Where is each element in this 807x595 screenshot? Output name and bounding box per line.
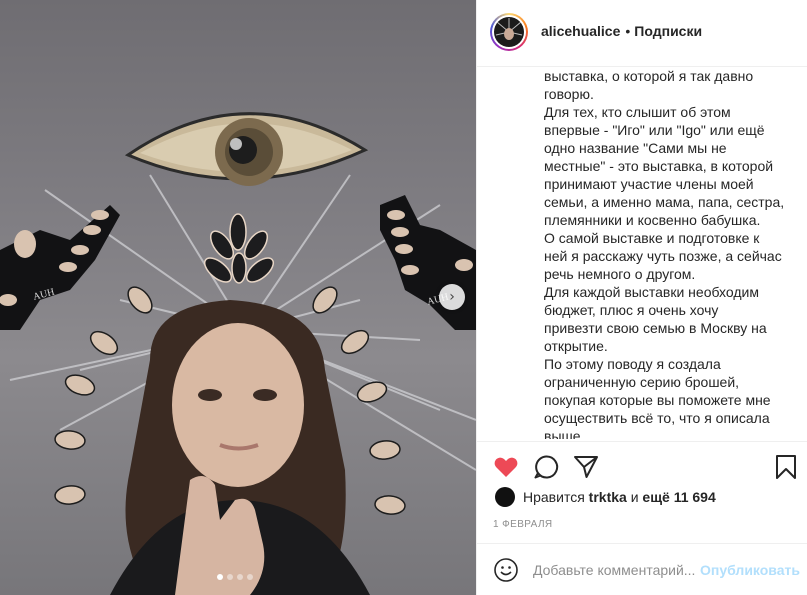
paper-plane-icon[interactable] bbox=[573, 454, 599, 480]
caption-line: О самой выставке и подготовке к bbox=[544, 230, 760, 246]
post-header: alicehualice • Подписки bbox=[477, 0, 807, 67]
caption-line: ограниченную серию брошей, bbox=[544, 374, 740, 390]
left-wing bbox=[0, 205, 120, 330]
big-eye bbox=[124, 112, 369, 186]
caption-line: речь немного о другом. bbox=[544, 266, 696, 282]
caption-line: племянники и косвенно бабушка. bbox=[544, 212, 761, 228]
caption-line: говорю. bbox=[544, 86, 594, 102]
photo-illustration: AUH AUH bbox=[0, 112, 476, 595]
likes-summary: Нравится trktka и ещё 11 694 bbox=[495, 487, 716, 507]
carousel-indicator bbox=[217, 574, 253, 580]
caption-line: Для тех, кто слышит об этом bbox=[544, 104, 731, 120]
publish-button[interactable]: Опубликовать bbox=[700, 562, 800, 578]
avatar-image bbox=[494, 17, 524, 47]
caption-line: ней я расскажу чуть позже, а сейчас bbox=[544, 248, 782, 264]
post-details-panel: alicehualice • Подписки выставка, о которо… bbox=[476, 0, 807, 595]
liker-avatar[interactable] bbox=[495, 487, 515, 507]
caption-line: покупая которые вы поможете мне bbox=[544, 392, 771, 408]
caption-line: По этому поводу я создала bbox=[544, 356, 721, 372]
carousel-dot bbox=[237, 574, 243, 580]
caption-line: семьи, а именно мама, папа, сестра, bbox=[544, 194, 785, 210]
likes-connector: и bbox=[630, 489, 639, 505]
smiley-icon[interactable] bbox=[493, 557, 519, 583]
likes-prefix: Нравится bbox=[523, 489, 585, 505]
avatar-ring bbox=[492, 15, 526, 49]
eye-leaf-cluster bbox=[203, 213, 275, 284]
bookmark-icon[interactable] bbox=[773, 454, 799, 480]
avatar[interactable] bbox=[490, 13, 528, 51]
following-button[interactable]: Подписки bbox=[634, 23, 702, 39]
face bbox=[172, 323, 304, 487]
right-wing bbox=[380, 195, 476, 330]
caption-line: Для каждой выставки необходим bbox=[544, 284, 759, 300]
post-date[interactable]: 1 ФЕВРАЛЯ bbox=[493, 519, 553, 530]
caption-line: местные" - это выставка, в которой bbox=[544, 158, 774, 174]
caption-line: бюджет, плюс я очень хочу bbox=[544, 302, 719, 318]
liker-username-link[interactable]: trktka bbox=[589, 489, 627, 505]
caption-line: выставка, о которой я так давно bbox=[544, 68, 754, 84]
heart-icon[interactable] bbox=[493, 454, 519, 480]
carousel-dot bbox=[247, 574, 253, 580]
caption-line: принимают участие члены моей bbox=[544, 176, 754, 192]
chevron-right-icon: › bbox=[449, 289, 455, 305]
caption-line: впервые - "Иго" или "Igo" или ещё bbox=[544, 122, 765, 138]
carousel-dot bbox=[217, 574, 223, 580]
username-link[interactable]: alicehualice bbox=[541, 23, 620, 39]
caption-line: открытие. bbox=[544, 338, 608, 354]
dot-separator: • bbox=[625, 23, 631, 39]
next-slide-button[interactable]: › bbox=[439, 284, 465, 310]
caption-line: привезти свою семью в Москву на bbox=[544, 320, 767, 336]
comment-bar: Опубликовать bbox=[477, 543, 807, 595]
header-text: alicehualice • Подписки bbox=[541, 23, 702, 39]
post-photo[interactable]: AUH AUH › bbox=[0, 0, 476, 595]
likes-count-link[interactable]: ещё 11 694 bbox=[642, 489, 715, 505]
carousel-dot bbox=[227, 574, 233, 580]
comment-input[interactable] bbox=[533, 560, 699, 580]
action-bar bbox=[477, 441, 807, 493]
caption-line: осуществить всё то, что я описала bbox=[544, 410, 770, 426]
caption-line: выше. bbox=[544, 428, 585, 439]
avatar-illustration bbox=[495, 18, 523, 40]
post-caption: выставка, о которой я так давно говорю. Дл… bbox=[544, 67, 794, 439]
comment-icon[interactable] bbox=[533, 454, 559, 480]
caption-line: одно название "Сами мы не bbox=[544, 140, 727, 156]
